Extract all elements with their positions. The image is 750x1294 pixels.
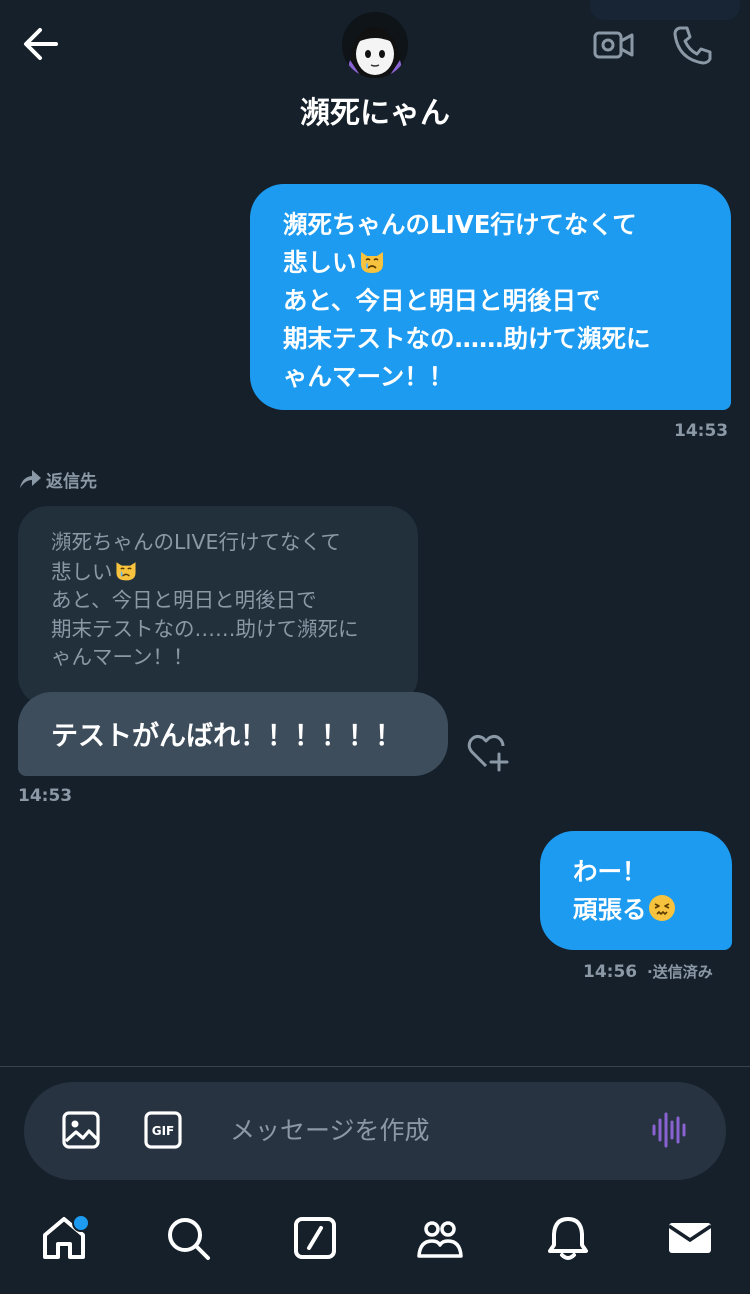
incoming-message-bubble[interactable]: テストがんばれ！！！！！！	[18, 692, 448, 776]
search-icon[interactable]	[164, 1214, 212, 1262]
quoted-line: あと、今日と明日と明後日で	[51, 588, 317, 612]
image-icon[interactable]	[61, 1110, 101, 1150]
quoted-line: ゃんマーン！！	[51, 645, 194, 669]
message-line: 頑張る	[573, 895, 647, 924]
reply-arrow-icon	[20, 470, 41, 488]
message-timestamp: 14:53	[18, 786, 73, 806]
status-overlay	[590, 0, 740, 20]
voice-wave-icon[interactable]	[650, 1110, 690, 1150]
crying-cat-emoji	[115, 561, 136, 580]
grok-icon[interactable]	[291, 1214, 339, 1262]
quoted-line: 期末テストなの……助けて瀕死に	[51, 616, 359, 641]
messages-icon[interactable]	[666, 1214, 714, 1262]
outgoing-message-bubble[interactable]: わー！ 頑張る	[540, 831, 732, 950]
outgoing-message-bubble[interactable]: 瀕死ちゃんのLIVE行けてなくて 悲しい あと、今日と明日と明後日で 期末テスト…	[250, 184, 731, 410]
notifications-icon[interactable]	[544, 1214, 592, 1262]
divider	[0, 1066, 750, 1067]
notification-dot	[72, 1214, 90, 1232]
add-reaction-icon[interactable]	[466, 732, 510, 772]
message-line: ゃんマーン！！	[283, 362, 454, 391]
message-line: 悲しい	[283, 248, 357, 277]
message-status: ·送信済み	[647, 963, 713, 981]
conversation-title[interactable]: 瀕死にゃん	[0, 88, 750, 132]
quoted-line: 悲しい	[51, 559, 113, 584]
quoted-message[interactable]: 瀕死ちゃんのLIVE行けてなくて 悲しい あと、今日と明日と明後日で 期末テスト…	[18, 506, 418, 706]
message-timestamp: 14:53	[674, 421, 729, 441]
gif-label: GIF	[152, 1124, 175, 1138]
crying-cat-emoji	[360, 252, 383, 273]
message-line: わー！	[573, 857, 647, 886]
message-line: 瀕死ちゃんのLIVE行けてなくて	[283, 210, 637, 239]
avatar[interactable]	[342, 12, 408, 78]
message-line: 期末テストなの……助けて瀕死に	[283, 324, 651, 353]
quoted-line: 瀕死ちゃんのLIVE行けてなくて	[51, 530, 341, 554]
message-line: あと、今日と明日と明後日で	[283, 286, 601, 315]
reply-label: 返信先	[46, 472, 97, 492]
persevering-face-emoji	[648, 895, 675, 921]
back-button[interactable]	[20, 24, 62, 64]
message-input[interactable]	[208, 1100, 650, 1160]
communities-icon[interactable]	[416, 1214, 464, 1262]
message-timestamp: 14:56	[583, 962, 638, 982]
video-call-icon[interactable]	[590, 22, 636, 68]
phone-icon[interactable]	[670, 22, 716, 68]
gif-icon[interactable]: GIF	[143, 1110, 183, 1150]
